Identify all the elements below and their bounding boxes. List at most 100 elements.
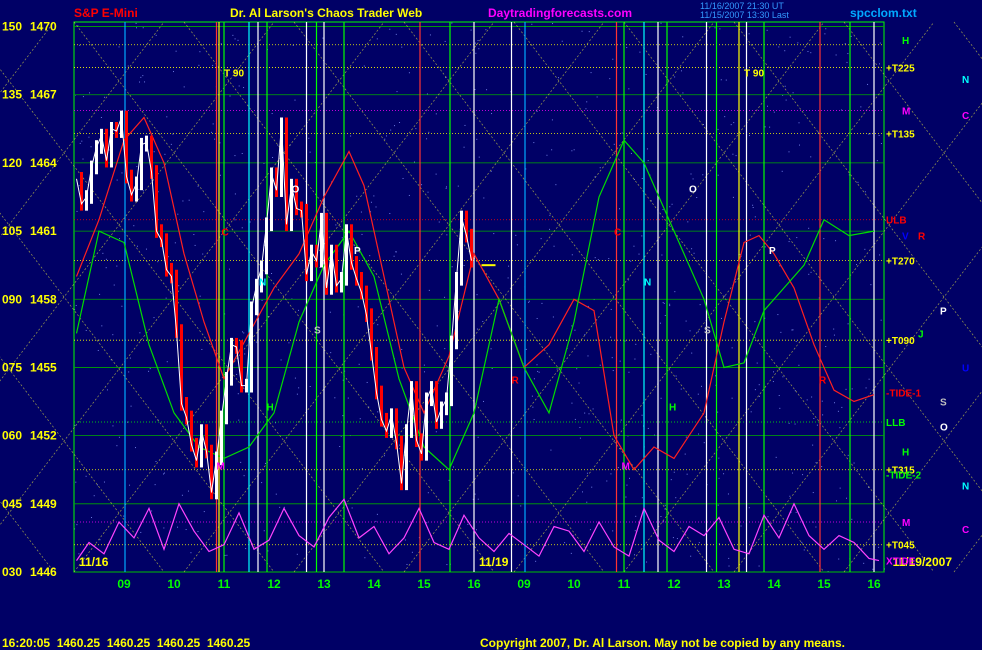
star-dot [664,504,666,506]
x-tick-label: 13 [317,577,331,591]
star-dot [359,418,361,420]
star-dot [597,259,599,261]
y-tick-left: 120 [2,156,22,170]
star-dot [574,329,576,331]
chart-marker: R [819,375,827,386]
y-tick-right: 1458 [30,292,57,306]
right-label: +T270 [886,257,915,268]
site-link[interactable]: Daytradingforecasts.com [488,6,632,20]
star-dot [116,179,118,181]
y-tick-right: 1452 [30,429,57,443]
star-dot [823,238,825,240]
star-dot [660,516,662,518]
star-dot [470,29,472,31]
star-dot [720,317,722,319]
star-dot [169,291,171,293]
star-dot [517,495,519,497]
star-dot [844,43,846,45]
star-dot [638,253,640,255]
star-dot [788,151,790,153]
star-dot [767,516,769,518]
y-tick-right: 1461 [30,224,57,238]
star-dot [322,37,324,39]
star-dot [183,86,185,88]
star-dot [453,466,455,468]
star-dot [177,213,179,215]
star-dot [727,493,729,495]
star-dot [528,301,530,303]
star-dot [89,92,91,94]
star-dot [686,473,688,475]
star-dot [79,44,81,46]
file-name: spcclom.txt [850,6,917,20]
star-dot [846,497,848,499]
star-dot [341,237,343,239]
star-dot [446,564,448,566]
star-dot [659,322,661,324]
star-dot [279,506,281,508]
star-dot [224,554,226,556]
star-dot [446,234,448,236]
star-dot [816,424,818,426]
star-dot [105,258,107,260]
star-dot [876,160,878,162]
star-dot [606,480,608,482]
star-dot [528,300,530,302]
star-dot [586,501,588,503]
star-dot [561,40,563,42]
star-dot [366,381,368,383]
star-dot [589,529,591,531]
star-dot [731,347,733,349]
star-dot [592,408,594,410]
star-dot [758,384,760,386]
star-dot [748,33,750,35]
right-label: P [940,307,947,318]
right-label: H [902,448,909,459]
star-dot [175,50,177,52]
star-dot [551,119,553,121]
star-dot [810,271,812,273]
star-dot [136,27,138,29]
star-dot [754,216,756,218]
star-dot [423,364,425,366]
star-dot [723,473,725,475]
star-dot [792,329,794,331]
chart-marker: M [217,462,225,473]
star-dot [375,520,377,522]
star-dot [474,493,476,495]
y-tick-right: 1470 [30,20,57,34]
star-dot [778,46,780,48]
star-dot [165,297,167,299]
star-dot [772,381,774,383]
star-dot [833,334,835,336]
chart-marker: H [669,403,676,414]
star-dot [671,203,673,205]
star-dot [477,40,479,42]
star-dot [364,557,366,559]
star-dot [795,340,797,342]
star-dot [438,221,440,223]
star-dot [878,135,880,137]
star-dot [426,93,428,95]
star-dot [361,467,363,469]
star-dot [226,554,228,556]
star-dot [390,129,392,131]
star-dot [806,399,808,401]
star-dot [670,479,672,481]
x-tick-label: 10 [167,577,181,591]
star-dot [735,155,737,157]
star-dot [556,368,558,370]
star-dot [864,248,866,250]
star-dot [728,565,730,567]
star-dot [329,311,331,313]
chart-marker: O [292,184,300,195]
star-dot [389,28,391,30]
star-dot [731,397,733,399]
right-label: V [902,232,909,243]
star-dot [139,81,141,83]
star-dot [675,375,677,377]
star-dot [845,388,847,390]
star-dot [834,402,836,404]
x-tick-label: 12 [667,577,681,591]
star-dot [856,264,858,266]
